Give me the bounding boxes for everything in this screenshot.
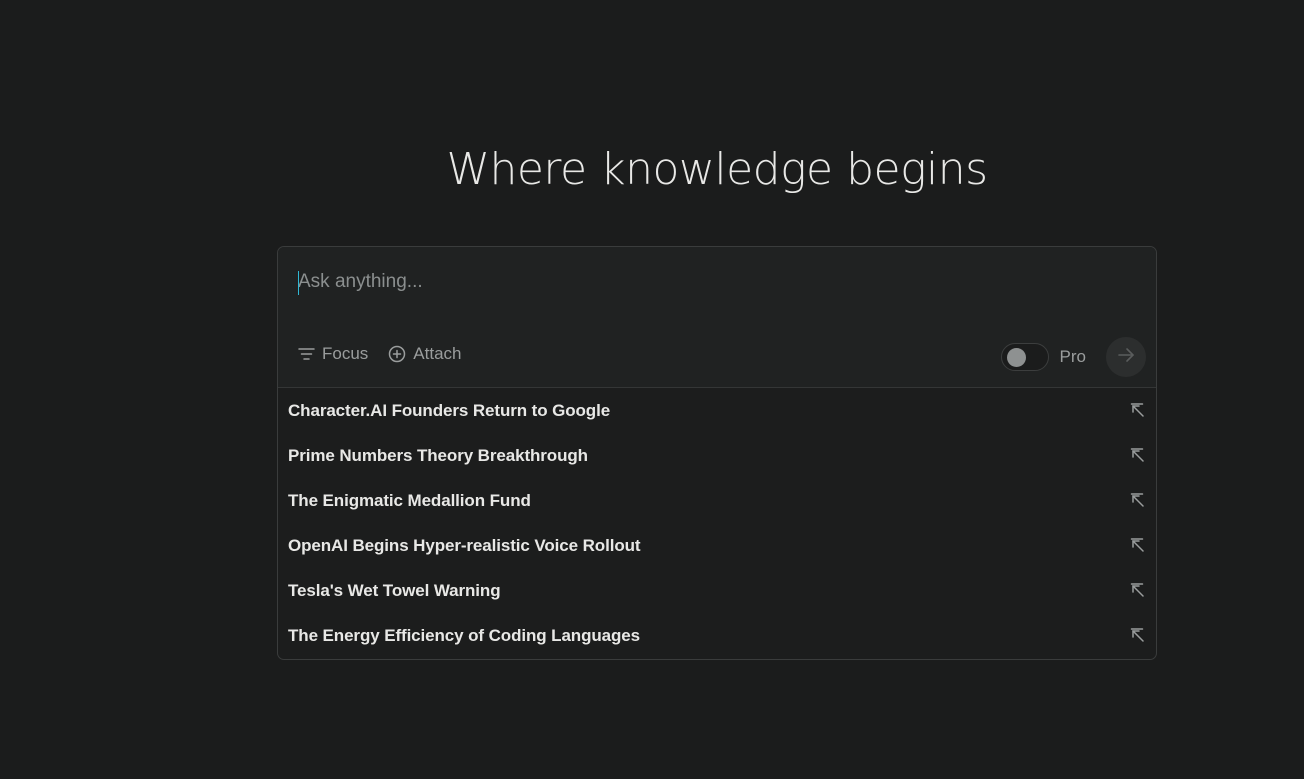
arrow-up-left-icon [1130, 628, 1144, 647]
search-panel: Focus Attach Pro [277, 246, 1157, 660]
text-caret [298, 271, 299, 295]
toggle-knob [1006, 348, 1026, 367]
arrow-up-left-icon [1130, 403, 1144, 422]
suggestion-item[interactable]: Prime Numbers Theory Breakthrough [278, 433, 1156, 478]
submit-button[interactable] [1106, 337, 1146, 377]
arrow-up-left-icon [1130, 493, 1144, 512]
plus-circle-icon [388, 345, 406, 363]
arrow-up-left-icon [1130, 448, 1144, 467]
suggestion-label: Prime Numbers Theory Breakthrough [288, 445, 588, 465]
page: Where knowledge begins Focus [0, 0, 1304, 779]
pro-label: Pro [1059, 347, 1086, 366]
suggestion-list: Character.AI Founders Return to Google P… [278, 388, 1156, 658]
suggestion-item[interactable]: Character.AI Founders Return to Google [278, 388, 1156, 433]
arrow-up-left-icon [1130, 583, 1144, 602]
arrow-right-icon [1117, 347, 1135, 368]
suggestion-item[interactable]: OpenAI Begins Hyper-realistic Voice Roll… [278, 523, 1156, 568]
suggestion-label: The Energy Efficiency of Coding Language… [288, 625, 641, 645]
suggestion-item[interactable]: The Enigmatic Medallion Fund [278, 478, 1156, 523]
composer-toolbar-left: Focus Attach [298, 344, 462, 364]
suggestion-label: OpenAI Begins Hyper-realistic Voice Roll… [288, 535, 641, 555]
attach-button[interactable]: Attach [388, 344, 462, 364]
filter-lines-icon [298, 347, 315, 361]
search-composer: Focus Attach Pro [278, 247, 1156, 388]
suggestion-label: The Enigmatic Medallion Fund [288, 490, 531, 510]
page-title: Where knowledge begins [446, 144, 988, 195]
arrow-up-left-icon [1130, 538, 1144, 557]
search-input[interactable] [298, 267, 1128, 297]
suggestion-label: Tesla's Wet Towel Warning [288, 580, 501, 600]
suggestion-item[interactable]: The Energy Efficiency of Coding Language… [278, 613, 1156, 658]
suggestion-label: Character.AI Founders Return to Google [288, 400, 611, 420]
composer-toolbar-right: Pro [1000, 337, 1146, 377]
suggestion-item[interactable]: Tesla's Wet Towel Warning [278, 568, 1156, 613]
focus-label: Focus [322, 344, 369, 363]
attach-label: Attach [413, 344, 462, 363]
focus-button[interactable]: Focus [298, 344, 368, 364]
pro-toggle[interactable] [1000, 343, 1049, 371]
